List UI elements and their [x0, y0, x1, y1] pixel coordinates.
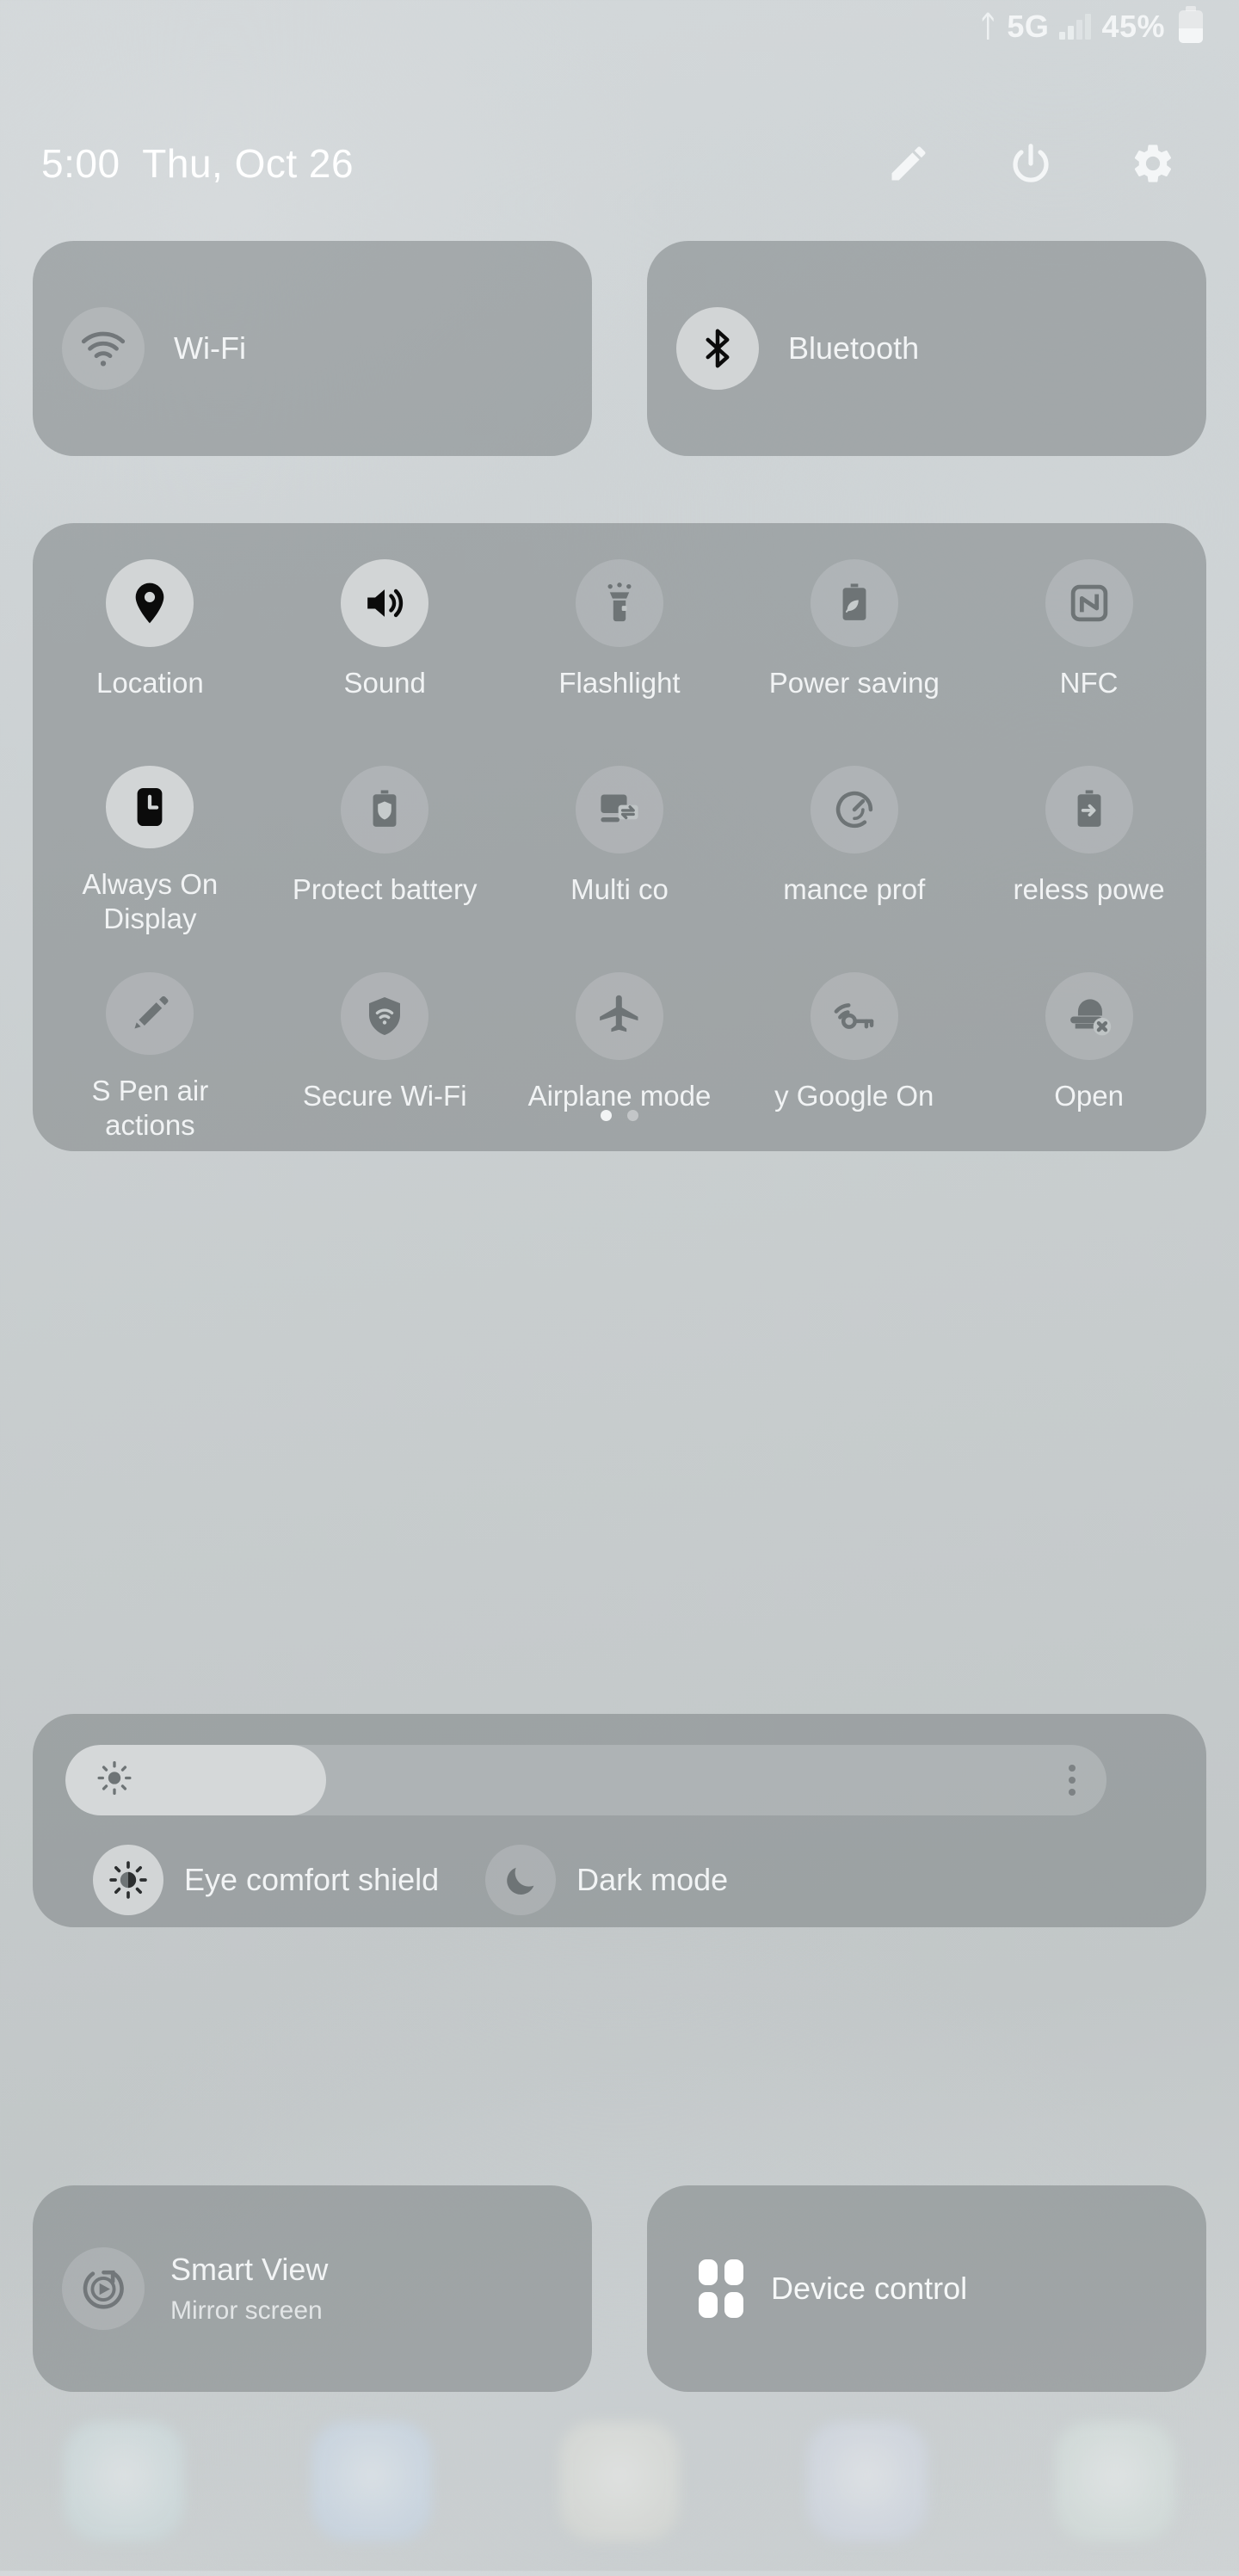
- dock-app-icon: [559, 2421, 680, 2542]
- smart-view-subtitle: Mirror screen: [170, 2296, 323, 2325]
- pencil-icon: [886, 141, 931, 186]
- settings-button[interactable]: [1129, 139, 1177, 188]
- eye-comfort-shield-label: Eye comfort shield: [184, 1862, 440, 1897]
- quick-tile-label: S Pen air actions: [91, 1074, 209, 1141]
- dock-app-icon: [807, 2421, 928, 2542]
- nfc-icon: [1045, 559, 1133, 647]
- page-indicator[interactable]: [33, 1110, 1206, 1121]
- signal-bars-icon: [1059, 14, 1092, 40]
- wifi-icon: [62, 307, 145, 390]
- quick-tile-row: Location Sound Flashlight Power saving N…: [33, 559, 1206, 730]
- quick-tile-label: Open: [1054, 1080, 1124, 1112]
- quick-tile-label: Power saving: [768, 667, 940, 699]
- dark-mode-toggle[interactable]: Dark mode: [485, 1845, 728, 1915]
- more-vertical-icon[interactable]: [1069, 1765, 1076, 1796]
- device-control-tile[interactable]: Device control: [647, 2185, 1206, 2392]
- multi-control-icon: [575, 766, 663, 854]
- quick-settings-grid: Location Sound Flashlight Power saving N…: [33, 523, 1206, 1151]
- quick-tile-protect-battery[interactable]: Protect battery: [281, 766, 488, 936]
- quick-tile-performance-profile[interactable]: mance prof: [751, 766, 958, 936]
- vpn-key-icon: [810, 972, 898, 1060]
- gear-icon: [1130, 140, 1176, 187]
- quick-tile-sound[interactable]: Sound: [281, 559, 488, 730]
- device-control-icon: [699, 2259, 743, 2318]
- brightness-card: Eye comfort shield Dark mode: [33, 1714, 1206, 1927]
- eye-comfort-shield-toggle[interactable]: Eye comfort shield: [93, 1845, 439, 1915]
- quick-tile-label: Protect battery: [292, 873, 478, 905]
- header-actions: [885, 139, 1198, 188]
- quick-tile-label: Location: [96, 667, 204, 699]
- performance-profile-icon: [810, 766, 898, 854]
- page-dot-1[interactable]: [601, 1110, 612, 1121]
- quick-tile-multi-control[interactable]: Multi co: [516, 766, 723, 936]
- panel-header: 5:00 Thu, Oct 26: [0, 120, 1239, 206]
- bluetooth-icon: [676, 307, 759, 390]
- wifi-toggle-tile[interactable]: Wi-Fi: [33, 241, 592, 456]
- quick-tile-label: Secure Wi-Fi: [302, 1080, 467, 1112]
- dock-app-icon: [311, 2421, 432, 2542]
- quick-tile-power-saving[interactable]: Power saving: [751, 559, 958, 730]
- status-bar: ᛏ 5G 45%: [0, 0, 1239, 53]
- display-modes-row: Eye comfort shield Dark mode: [33, 1845, 1206, 1915]
- bluetooth-toggle-tile[interactable]: Bluetooth: [647, 241, 1206, 456]
- moon-icon: [485, 1845, 557, 1915]
- quick-tile-label: Airplane mode: [527, 1080, 712, 1112]
- brightness-slider[interactable]: [65, 1745, 1106, 1815]
- battery-percent-label: 45%: [1101, 9, 1165, 44]
- aod-clock-icon: [106, 766, 194, 848]
- eye-comfort-icon: [93, 1845, 163, 1915]
- quick-tile-flashlight[interactable]: Flashlight: [516, 559, 723, 730]
- network-type-label: 5G: [1007, 9, 1050, 44]
- clock-date-label: 5:00 Thu, Oct 26: [41, 141, 354, 186]
- bluetooth-icon: ᛏ: [979, 10, 997, 43]
- quick-tile-label: NFC: [1059, 667, 1119, 699]
- quick-tile-label: reless powe: [1013, 873, 1165, 905]
- home-screen-dock: [0, 2413, 1239, 2576]
- quick-tile-label: y Google On: [774, 1080, 934, 1112]
- wireless-power-share-icon: [1045, 766, 1133, 854]
- quick-tile-label: Sound: [343, 667, 426, 699]
- page-dot-2[interactable]: [627, 1110, 638, 1121]
- quick-tile-label: Always On Display: [82, 867, 219, 934]
- wifi-tile-label: Wi-Fi: [174, 330, 246, 366]
- bluetooth-tile-label: Bluetooth: [788, 330, 920, 366]
- battery-leaf-icon: [810, 559, 898, 647]
- quick-tile-wireless-power-sharing[interactable]: reless powe: [986, 766, 1193, 936]
- smart-view-tile[interactable]: Smart View Mirror screen: [33, 2185, 592, 2392]
- speaker-icon: [341, 559, 429, 647]
- quick-tile-label: mance prof: [783, 873, 926, 905]
- quick-tile-always-on-display[interactable]: Always On Display: [46, 766, 253, 936]
- dock-app-icon: [1055, 2421, 1175, 2542]
- power-icon: [1008, 140, 1054, 187]
- quick-tile-location[interactable]: Location: [46, 559, 253, 730]
- power-button[interactable]: [1007, 139, 1055, 188]
- battery-icon: [1179, 6, 1203, 43]
- dock-app-icon: [64, 2421, 184, 2542]
- device-control-label: Device control: [771, 2271, 968, 2306]
- battery-shield-icon: [341, 766, 429, 854]
- location-pin-icon: [106, 559, 194, 647]
- shield-wifi-icon: [341, 972, 429, 1060]
- blocked-cap-icon: [1045, 972, 1133, 1060]
- flashlight-icon: [575, 559, 663, 647]
- quick-tile-row: Always On Display Protect battery Multi …: [33, 766, 1206, 936]
- dark-mode-label: Dark mode: [576, 1862, 729, 1897]
- edit-button[interactable]: [885, 139, 933, 188]
- sun-icon: [96, 1760, 133, 1801]
- smart-view-icon: [62, 2247, 145, 2330]
- quick-tile-label: Multi co: [570, 873, 669, 905]
- s-pen-icon: [106, 972, 194, 1055]
- quick-tile-label: Flashlight: [558, 667, 681, 699]
- smart-view-title: Smart View: [170, 2252, 329, 2287]
- quick-tile-nfc[interactable]: NFC: [986, 559, 1193, 730]
- airplane-icon: [575, 972, 663, 1060]
